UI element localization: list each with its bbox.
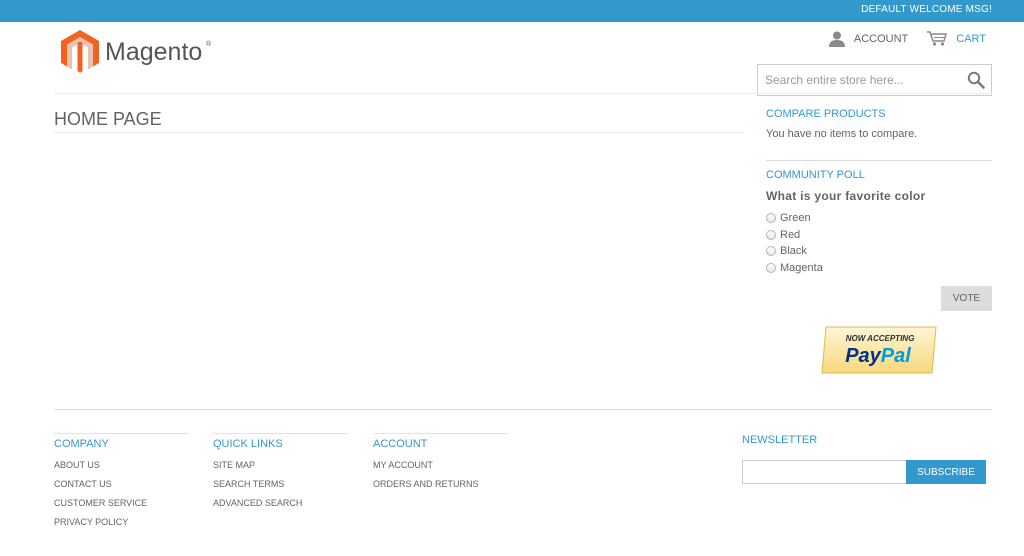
- community-poll-block: COMMUNITY POLL What is your favorite col…: [766, 169, 992, 276]
- cart-icon: [927, 31, 948, 46]
- page-title-divider: [54, 132, 744, 133]
- poll-option-green[interactable]: Green: [766, 210, 992, 227]
- account-link[interactable]: ACCOUNT: [828, 31, 908, 47]
- search-input[interactable]: [758, 65, 958, 95]
- poll-option-magenta[interactable]: Magenta: [766, 260, 992, 277]
- poll-option-label: Green: [780, 212, 811, 225]
- magento-logo[interactable]: Magento ®: [60, 29, 230, 75]
- logo-registered-mark: ®: [206, 40, 212, 48]
- paypal-badge[interactable]: NOW ACCEPTING PayPal: [820, 326, 938, 374]
- footer-link-site-map[interactable]: SITE MAP: [213, 460, 349, 479]
- footer-column-company: COMPANY ABOUT US CONTACT US CUSTOMER SER…: [54, 433, 190, 536]
- page-title: HOME PAGE: [54, 109, 162, 129]
- footer-column-title: ACCOUNT: [373, 438, 428, 450]
- poll-radio[interactable]: [766, 262, 776, 273]
- newsletter-title: NEWSLETTER: [742, 434, 818, 446]
- poll-radio[interactable]: [766, 213, 776, 224]
- vote-button[interactable]: VOTE: [941, 286, 992, 311]
- footer-column-title: COMPANY: [54, 438, 109, 450]
- search-box: [757, 64, 992, 96]
- poll-option-label: Magenta: [780, 261, 823, 274]
- header-divider: [54, 93, 992, 94]
- search-icon[interactable]: [967, 71, 985, 89]
- poll-option-label: Black: [780, 245, 807, 258]
- footer-link-about-us[interactable]: ABOUT US: [54, 460, 190, 479]
- sidebar-divider: [766, 160, 992, 161]
- footer-link-contact-us[interactable]: CONTACT US: [54, 479, 190, 498]
- footer-column-rule: [54, 433, 190, 434]
- subscribe-button[interactable]: SUBSCRIBE: [906, 460, 986, 484]
- footer-link-search-terms[interactable]: SEARCH TERMS: [213, 479, 349, 498]
- community-poll-title: COMMUNITY POLL: [766, 169, 865, 181]
- poll-radio[interactable]: [766, 229, 776, 240]
- paypal-pal: Pal: [881, 345, 911, 367]
- footer-column-rule: [213, 433, 349, 434]
- paypal-pay: Pay: [845, 345, 881, 367]
- footer-link-customer-service[interactable]: CUSTOMER SERVICE: [54, 498, 190, 517]
- magento-logo-icon: [61, 30, 99, 73]
- paypal-wordmark: PayPal: [845, 345, 911, 367]
- account-label: ACCOUNT: [853, 32, 909, 45]
- compare-products-empty-text: You have no items to compare.: [766, 128, 918, 140]
- paypal-now-accepting: NOW ACCEPTING: [846, 334, 915, 343]
- header-links: ACCOUNT CART: [828, 30, 986, 47]
- footer-link-orders-and-returns[interactable]: ORDERS AND RETURNS: [373, 479, 509, 498]
- user-icon: [828, 31, 845, 47]
- poll-option-label: Red: [780, 228, 801, 241]
- footer-link-privacy-policy[interactable]: PRIVACY POLICY: [54, 517, 190, 536]
- poll-option-red[interactable]: Red: [766, 227, 992, 244]
- compare-products-title: COMPARE PRODUCTS: [766, 108, 886, 120]
- compare-products-block: COMPARE PRODUCTS You have no items to co…: [766, 108, 992, 140]
- footer-column-account: ACCOUNT MY ACCOUNT ORDERS AND RETURNS: [373, 433, 509, 498]
- footer-link-advanced-search[interactable]: ADVANCED SEARCH: [213, 498, 349, 517]
- poll-option-black[interactable]: Black: [766, 243, 992, 260]
- footer-column-quick-links: QUICK LINKS SITE MAP SEARCH TERMS ADVANC…: [213, 433, 349, 517]
- footer-column-title: QUICK LINKS: [213, 438, 283, 450]
- newsletter-email-input[interactable]: [742, 460, 907, 484]
- footer-divider: [54, 409, 992, 410]
- footer-link-my-account[interactable]: MY ACCOUNT: [373, 460, 509, 479]
- welcome-message: DEFAULT WELCOME MSG!: [861, 4, 992, 15]
- logo-wordmark: Magento: [105, 38, 202, 66]
- top-bar: DEFAULT WELCOME MSG!: [0, 0, 1024, 22]
- cart-label: CART: [956, 32, 986, 45]
- poll-question: What is your favorite color: [766, 189, 926, 203]
- poll-radio[interactable]: [766, 246, 776, 257]
- cart-link[interactable]: CART: [926, 30, 986, 47]
- footer-column-rule: [373, 433, 509, 434]
